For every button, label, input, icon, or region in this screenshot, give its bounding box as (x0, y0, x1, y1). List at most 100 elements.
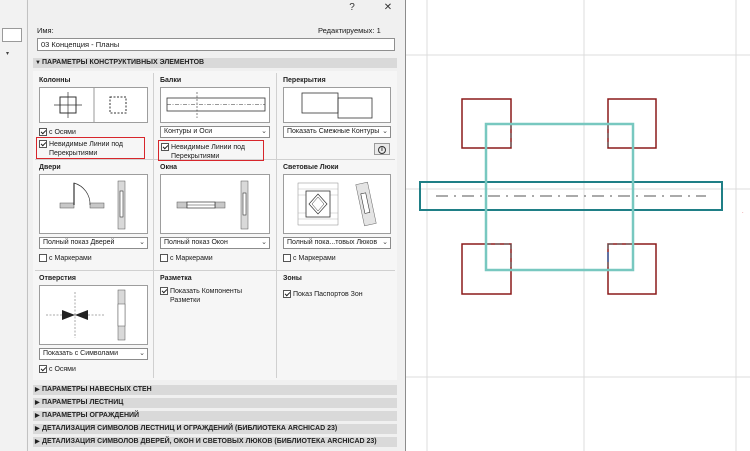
checkbox-box[interactable] (39, 254, 47, 262)
floor-plan-canvas[interactable]: · (406, 0, 750, 451)
openings-display-select[interactable]: Показать с Символами ⌄ (39, 348, 148, 360)
windows-display-select[interactable]: Полный показ Окон ⌄ (160, 237, 270, 249)
checkbox-box[interactable] (160, 254, 168, 262)
markup-show-components-checkbox[interactable]: Показать Компоненты Разметки (160, 287, 270, 305)
section-railings-header[interactable]: ▶ ПАРАМЕТРЫ ОГРАЖДЕНИЙ (33, 411, 397, 421)
left-strip-chevron-icon[interactable]: ▾ (6, 50, 9, 57)
chevron-down-icon: ⌄ (261, 128, 267, 135)
chevron-down-icon: ⌄ (139, 350, 145, 357)
name-label: Имя: (37, 26, 54, 35)
windows-preview (160, 174, 270, 234)
zones-label: Зоны (283, 275, 302, 282)
checkbox-box[interactable] (283, 290, 291, 298)
openings-preview (39, 285, 148, 345)
highlight-frame (36, 137, 145, 159)
slabs-label: Перекрытия (283, 77, 326, 84)
floor-plan-drawing[interactable]: · (406, 0, 750, 451)
editable-count: Редактируемых: 1 (318, 26, 381, 35)
zones-show-stamps-checkbox[interactable]: Показ Паспортов Зон (283, 290, 363, 299)
structural-panel: Колонны с Осями Невидимые Линии под Пере… (33, 71, 397, 380)
skylights-markers-checkbox[interactable]: с Маркерами (283, 254, 336, 263)
openings-label: Отверстия (39, 275, 76, 282)
openings-select-value: Показать с Символами (43, 350, 119, 357)
slabs-preview-svg (301, 92, 373, 119)
info-button[interactable]: i (374, 143, 390, 155)
windows-select-value: Полный показ Окон (164, 239, 228, 246)
section-structural-title: ПАРАМЕТРЫ КОНСТРУКТИВНЫХ ЭЛЕМЕНТОВ (42, 59, 205, 66)
windows-markers-label: с Маркерами (170, 255, 213, 262)
collapse-triangle-icon: ▼ (35, 60, 41, 66)
markup-label: Разметка (160, 275, 192, 282)
edge-marker-icon: · (742, 210, 744, 216)
chevron-down-icon: ⌄ (382, 128, 388, 135)
left-strip-field[interactable] (2, 28, 22, 42)
expand-triangle-icon: ▶ (35, 400, 40, 406)
section-structural-header[interactable]: ▼ ПАРАМЕТРЫ КОНСТРУКТИВНЫХ ЭЛЕМЕНТОВ (33, 58, 397, 68)
chevron-down-icon: ⌄ (382, 239, 388, 246)
section-title: ДЕТАЛИЗАЦИЯ СИМВОЛОВ ДВЕРЕЙ, ОКОН И СВЕТ… (42, 438, 377, 445)
beams-label: Балки (160, 77, 182, 84)
skylights-label: Световые Люки (283, 164, 339, 171)
slabs-display-select[interactable]: Показать Смежные Контуры ⌄ (283, 126, 391, 138)
chevron-down-icon: ⌄ (261, 239, 267, 246)
dialog-titlebar: ? ✕ (28, 0, 405, 18)
beams-preview-svg (166, 92, 266, 118)
columns-preview (39, 87, 148, 123)
beams-display-select[interactable]: Контуры и Оси ⌄ (160, 126, 270, 138)
skylights-markers-label: с Маркерами (293, 255, 336, 262)
section-curtain-walls-header[interactable]: ▶ ПАРАМЕТРЫ НАВЕСНЫХ СТЕН (33, 385, 397, 395)
checkbox-box[interactable] (39, 365, 47, 373)
doors-markers-checkbox[interactable]: с Маркерами (39, 254, 92, 263)
columns-label: Колонны (39, 77, 71, 84)
section-title: ДЕТАЛИЗАЦИЯ СИМВОЛОВ ЛЕСТНИЦ И ОГРАЖДЕНИ… (42, 425, 338, 432)
help-button[interactable]: ? (344, 2, 360, 13)
doors-select-value: Полный показ Дверей (43, 239, 115, 246)
doors-preview (39, 174, 148, 234)
view-settings-dialog: ? ✕ Имя: Редактируемых: 1 03 Концепция -… (28, 0, 406, 451)
slab-contour[interactable] (484, 122, 635, 272)
checkbox-box[interactable] (283, 254, 291, 262)
grid-lines (406, 0, 750, 451)
hidden-column-lines (486, 123, 633, 270)
expand-triangle-icon: ▶ (35, 413, 40, 419)
divider (153, 73, 154, 378)
checkbox-box[interactable] (160, 287, 168, 295)
archicad-window: ▾ ? ✕ Имя: Редактируемых: 1 03 Концепция… (0, 0, 750, 451)
openings-with-axes-label: с Осями (49, 366, 76, 373)
columns-with-axes-checkbox[interactable]: с Осями (39, 128, 76, 137)
close-button[interactable]: ✕ (380, 2, 396, 13)
chevron-down-icon: ⌄ (139, 239, 145, 246)
info-icon: i (378, 146, 386, 154)
openings-preview-svg (46, 289, 126, 341)
slabs-select-value: Показать Смежные Контуры (287, 128, 380, 135)
windows-markers-checkbox[interactable]: с Маркерами (160, 254, 213, 263)
zones-show-stamps-label: Показ Паспортов Зон (293, 291, 363, 298)
skylights-preview (283, 174, 391, 234)
expand-triangle-icon: ▶ (35, 387, 40, 393)
skylights-preview-svg (297, 181, 377, 227)
section-stairs-header[interactable]: ▶ ПАРАМЕТРЫ ЛЕСТНИЦ (33, 398, 397, 408)
windows-preview-svg (176, 180, 249, 230)
section-door-window-symbol-detail-header[interactable]: ▶ ДЕТАЛИЗАЦИЯ СИМВОЛОВ ДВЕРЕЙ, ОКОН И СВ… (33, 437, 397, 447)
columns-with-axes-label: с Осями (49, 129, 76, 136)
checkbox-box[interactable] (39, 128, 47, 136)
section-title: ПАРАМЕТРЫ НАВЕСНЫХ СТЕН (42, 386, 152, 393)
section-title: ПАРАМЕТРЫ ОГРАЖДЕНИЙ (42, 412, 140, 419)
beams-preview (160, 87, 270, 123)
section-stair-symbol-detail-header[interactable]: ▶ ДЕТАЛИЗАЦИЯ СИМВОЛОВ ЛЕСТНИЦ И ОГРАЖДЕ… (33, 424, 397, 434)
doors-label: Двери (39, 164, 61, 171)
skylights-select-value: Полный пока...товых Люков (287, 239, 378, 246)
highlight-frame (158, 140, 264, 161)
expand-triangle-icon: ▶ (35, 439, 40, 445)
divider (276, 73, 277, 378)
divider (35, 270, 395, 271)
doors-display-select[interactable]: Полный показ Дверей ⌄ (39, 237, 148, 249)
openings-with-axes-checkbox[interactable]: с Осями (39, 365, 76, 374)
columns-preview-svg (54, 88, 127, 122)
section-title: ПАРАМЕТРЫ ЛЕСТНИЦ (42, 399, 124, 406)
markup-show-components-label: Показать Компоненты Разметки (170, 288, 243, 304)
name-input[interactable]: 03 Концепция - Планы (37, 38, 395, 51)
skylights-display-select[interactable]: Полный пока...товых Люков ⌄ (283, 237, 391, 249)
windows-label: Окна (160, 164, 178, 171)
beams-select-value: Контуры и Оси (164, 128, 213, 135)
